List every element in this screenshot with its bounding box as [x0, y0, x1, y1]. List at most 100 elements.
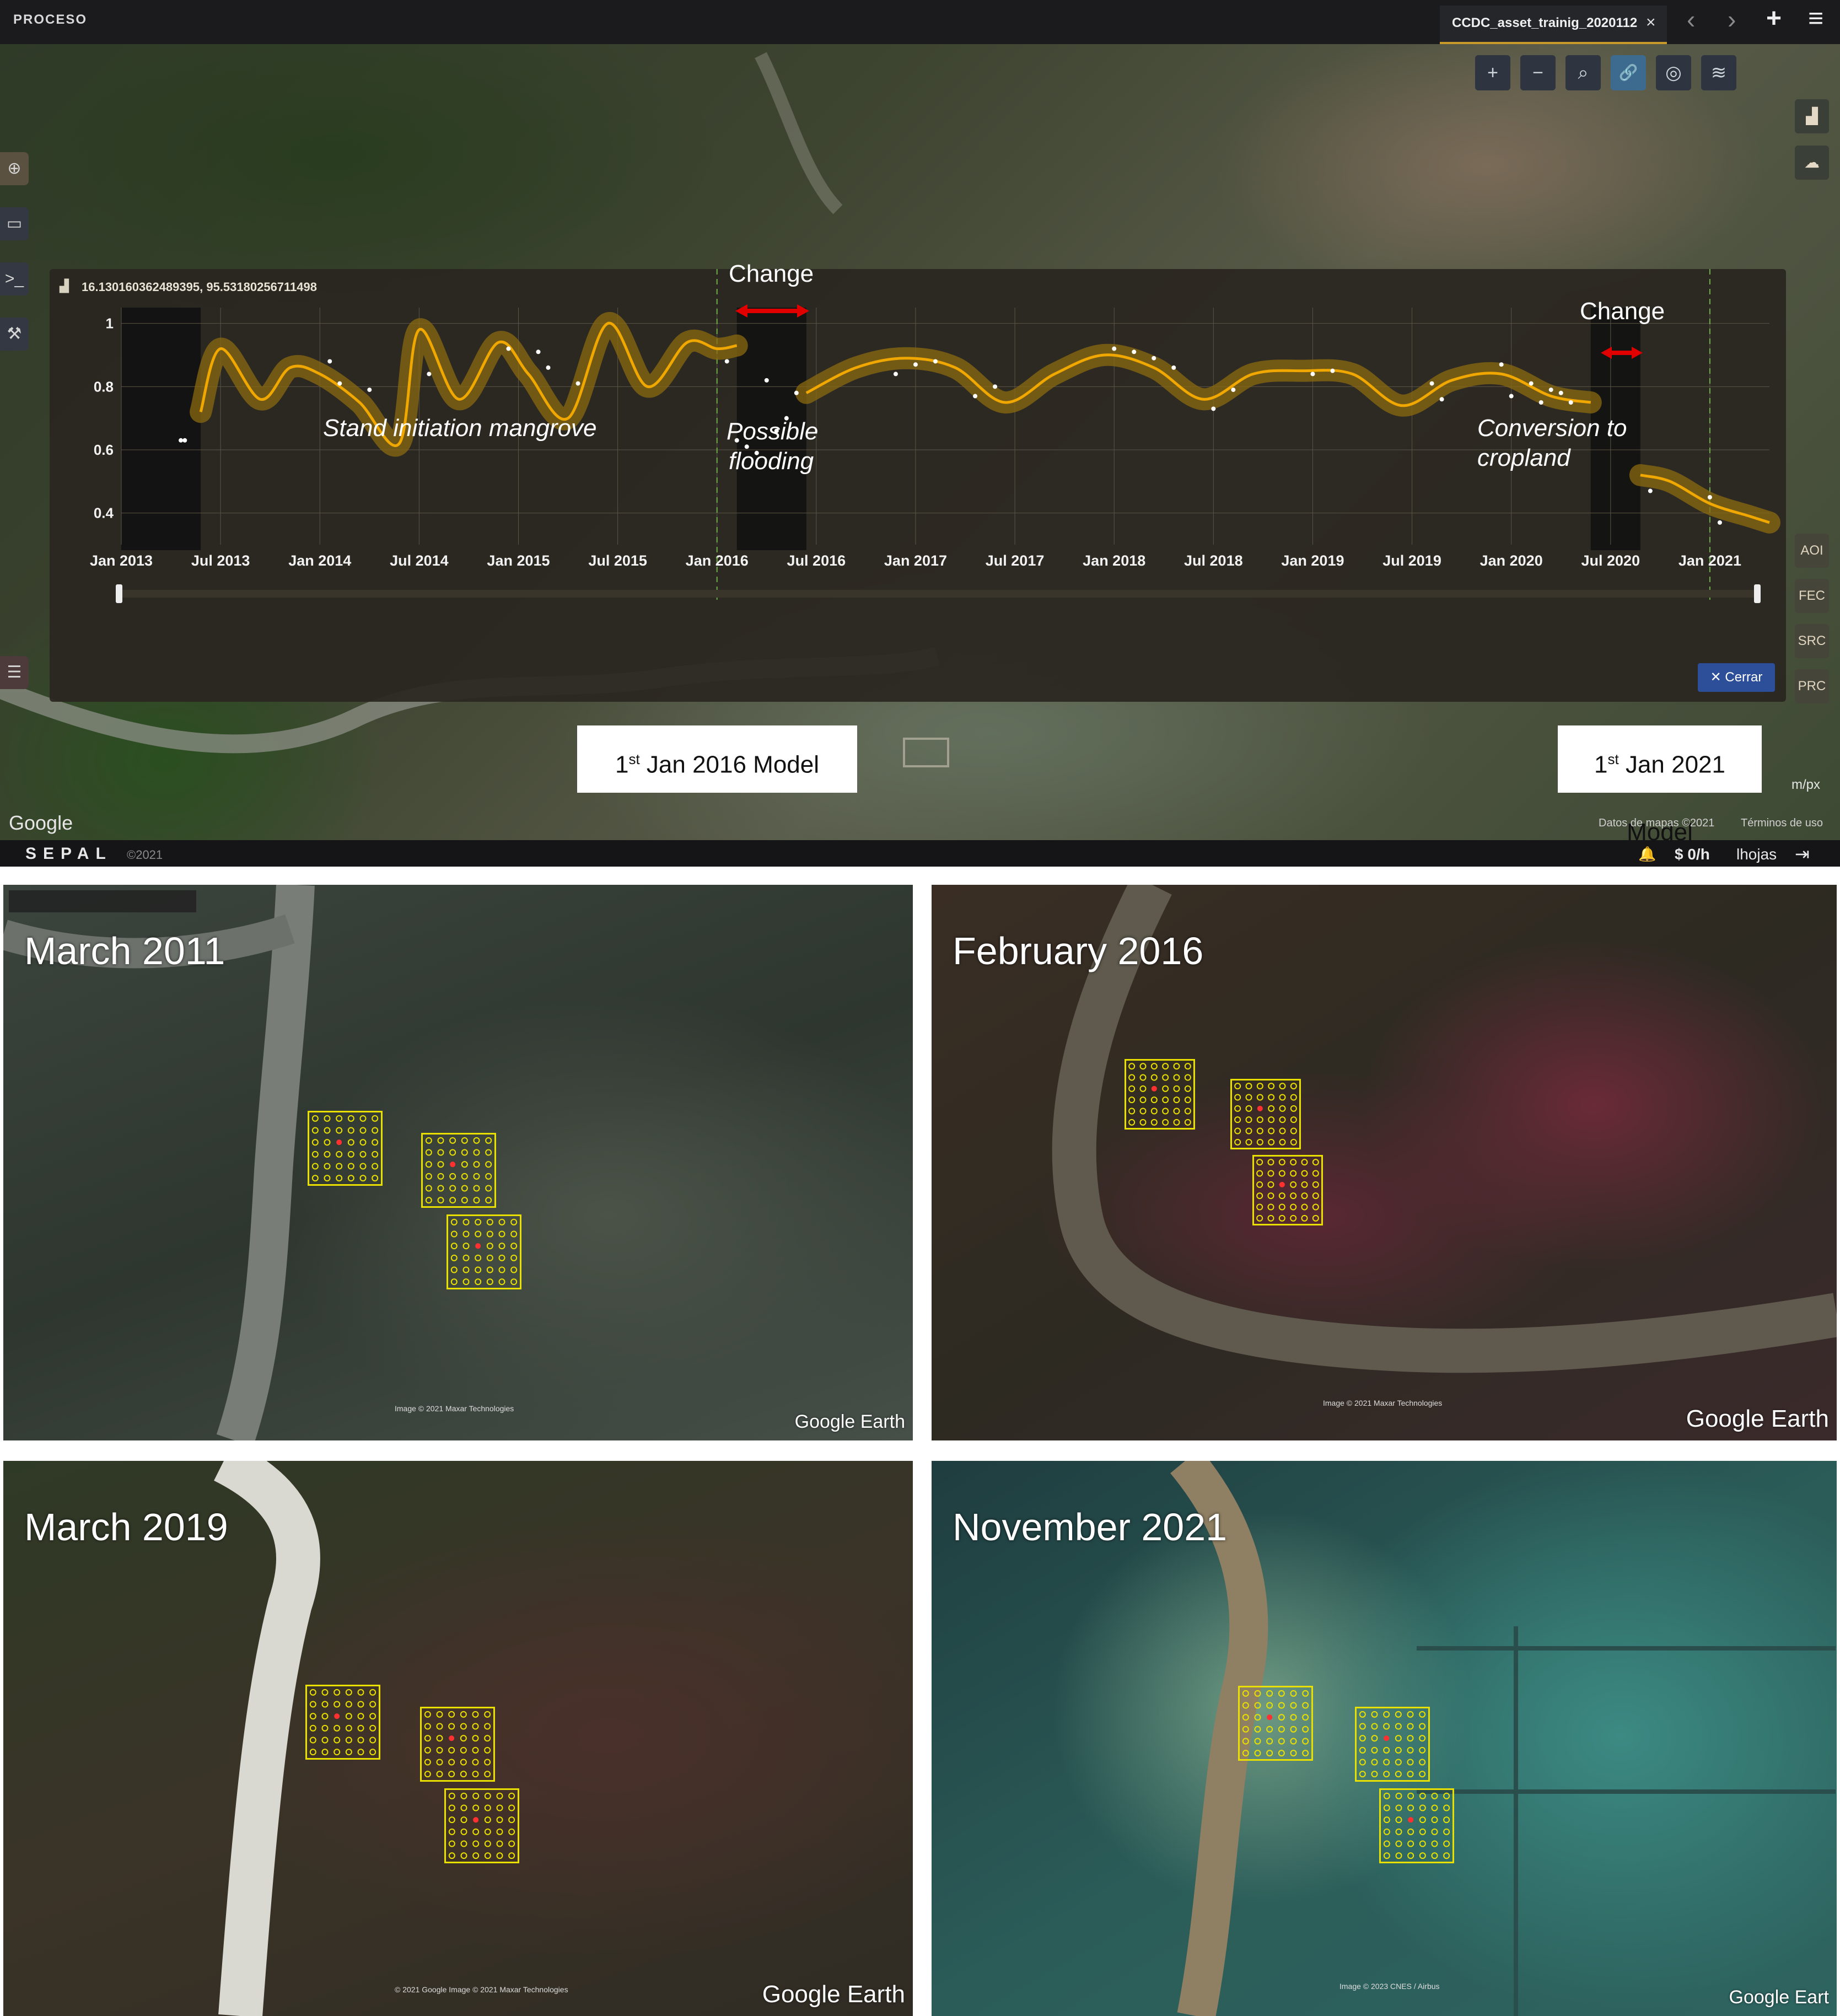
sample-point [1419, 1723, 1426, 1730]
sample-point [462, 1254, 470, 1261]
model-2021-label: 1st Jan 2021 Model [1558, 725, 1762, 840]
src-button[interactable]: SRC [1795, 624, 1829, 658]
sample-point [1278, 1192, 1285, 1200]
sample-point [1267, 1203, 1274, 1211]
sample-points [311, 1115, 379, 1182]
sample-grid [421, 1133, 496, 1208]
sample-point [1395, 1828, 1402, 1835]
sample-point [333, 1724, 341, 1732]
prc-button[interactable]: PRC [1795, 669, 1829, 703]
cost-indicator[interactable]: $ 0/h [1675, 846, 1710, 863]
sample-point [1395, 1792, 1402, 1799]
sample-point [1419, 1804, 1426, 1811]
sample-center-point [449, 1735, 455, 1741]
sample-point [1290, 1203, 1297, 1211]
sample-point [1302, 1714, 1309, 1721]
sample-point [448, 1828, 455, 1835]
annotation-flooding-1: Possible [727, 418, 819, 445]
sample-point [472, 1840, 480, 1847]
sample-point [1266, 1750, 1273, 1757]
sample-point [460, 1711, 467, 1718]
fec-button[interactable]: FEC [1795, 579, 1829, 613]
sample-point [1267, 1192, 1274, 1200]
sample-point [425, 1185, 432, 1192]
sample-grid [308, 1111, 383, 1186]
sample-point [449, 1149, 456, 1156]
sample-point [485, 1173, 492, 1180]
sample-point [1431, 1852, 1438, 1859]
sample-point [460, 1852, 467, 1859]
sample-point [486, 1230, 493, 1238]
sample-point [436, 1735, 443, 1742]
sample-point [345, 1749, 352, 1756]
sample-point [448, 1771, 455, 1778]
sample-point [1290, 1750, 1297, 1757]
sample-point [1162, 1063, 1169, 1070]
sepal-brand: SEPAL [25, 845, 112, 863]
sample-point [345, 1701, 352, 1708]
sample-point [1278, 1690, 1285, 1697]
logout-icon[interactable]: ⇥ [1795, 843, 1810, 864]
sample-point [424, 1735, 431, 1742]
google-logo: Google [9, 811, 73, 834]
sample-point [1139, 1096, 1147, 1104]
timeline-control[interactable] [9, 890, 196, 912]
sample-point [1312, 1203, 1319, 1211]
close-button[interactable]: ✕ Cerrar [1698, 663, 1775, 692]
sample-point [462, 1218, 470, 1225]
sample-point [357, 1689, 364, 1696]
sample-point [1278, 1714, 1285, 1721]
sample-point [1242, 1725, 1249, 1733]
sample-point [450, 1230, 458, 1238]
sample-point [448, 1711, 455, 1718]
google-earth-logo: Google Earth [794, 1411, 905, 1432]
sample-point [1184, 1108, 1191, 1115]
sample-point [437, 1149, 444, 1156]
sample-point [1301, 1181, 1308, 1188]
sample-point [449, 1173, 456, 1180]
notification-bell-icon[interactable]: 🔔 [1638, 846, 1656, 863]
sample-point [1290, 1181, 1297, 1188]
sample-point [460, 1771, 467, 1778]
sample-point [324, 1139, 331, 1146]
sample-point [324, 1127, 331, 1134]
change-arrow-2016 [735, 304, 809, 318]
sample-point [508, 1840, 515, 1847]
sample-point [369, 1737, 376, 1744]
sample-point [1312, 1181, 1319, 1188]
sample-point [309, 1713, 316, 1720]
sample-point [369, 1749, 376, 1756]
sample-point [1290, 1690, 1297, 1697]
bottom-bar: SEPAL ©2021 🔔 $ 0/h lhojas ⇥ [0, 840, 1840, 867]
sample-point [357, 1701, 364, 1708]
sample-point [1301, 1159, 1308, 1166]
sample-point [1278, 1170, 1285, 1177]
sample-point [309, 1737, 316, 1744]
sample-point [1279, 1094, 1286, 1101]
image-credit: Image © 2021 Maxar Technologies [1323, 1399, 1443, 1407]
sample-point [450, 1243, 458, 1250]
sample-grid [1379, 1788, 1454, 1863]
sample-point [1371, 1771, 1378, 1778]
sample-point [436, 1759, 443, 1766]
sample-point [1278, 1203, 1285, 1211]
sample-point [437, 1137, 444, 1144]
sample-point [1245, 1127, 1252, 1135]
sample-point [369, 1701, 376, 1708]
sample-point [1254, 1725, 1261, 1733]
sample-point [449, 1185, 456, 1192]
aoi-button[interactable]: AOI [1795, 534, 1829, 568]
sample-points [424, 1711, 491, 1778]
username[interactable]: lhojas [1736, 846, 1777, 863]
sample-point [1128, 1074, 1136, 1081]
sample-point [472, 1746, 479, 1754]
sample-point [450, 1218, 458, 1225]
sample-point [1256, 1083, 1263, 1090]
terms-link[interactable]: Términos de uso [1741, 817, 1823, 830]
sample-point [473, 1197, 480, 1204]
sample-grid [420, 1707, 495, 1782]
sample-point [461, 1173, 468, 1180]
sample-point [1419, 1771, 1426, 1778]
task-list-icon[interactable]: ☰ [0, 656, 29, 689]
sample-point [1431, 1828, 1438, 1835]
